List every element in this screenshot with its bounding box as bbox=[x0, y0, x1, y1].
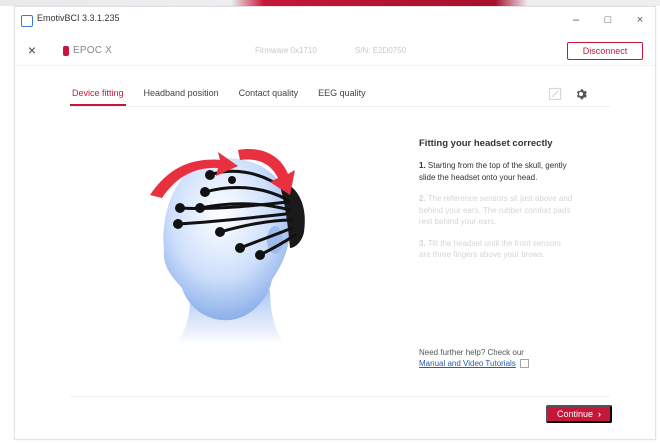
step-2-text: The reference sensors sit just above and… bbox=[419, 194, 573, 226]
window-title: EmotivBCI 3.3.1.235 bbox=[37, 13, 120, 23]
step-3: 3. Tilt the headset until the front sens… bbox=[419, 238, 574, 261]
help-text: Need further help? Check our bbox=[419, 348, 524, 357]
help-section: Need further help? Check our Manual and … bbox=[419, 347, 594, 369]
step-3-number: 3. bbox=[419, 238, 426, 248]
step-2-number: 2. bbox=[419, 194, 426, 203]
title-bar: EmotivBCI 3.3.1.235 – □ × bbox=[15, 7, 655, 33]
chevron-right-icon: › bbox=[598, 409, 602, 419]
device-indicator-icon bbox=[63, 46, 69, 56]
external-link-icon[interactable] bbox=[519, 359, 529, 369]
export-icon[interactable] bbox=[545, 84, 565, 104]
instructions-panel: Fitting your headset correctly 1. Starti… bbox=[419, 138, 574, 271]
tab-divider bbox=[70, 106, 610, 107]
firmware-label: Firmware 0x1710 bbox=[255, 46, 317, 55]
footer-divider bbox=[70, 396, 610, 397]
tab-device-fitting[interactable]: Device fitting bbox=[70, 88, 126, 106]
disconnect-button[interactable]: Disconnect bbox=[567, 42, 643, 60]
continue-label: Continue bbox=[556, 409, 594, 419]
gear-icon[interactable] bbox=[571, 84, 591, 104]
app-frame: EmotivBCI 3.3.1.235 – □ × × EPOC X Firmw… bbox=[0, 0, 660, 443]
tab-bar: Device fitting Headband position Contact… bbox=[70, 88, 368, 106]
step-2: 2. The reference sensors sit just above … bbox=[419, 193, 574, 228]
app-window-icon bbox=[21, 15, 33, 27]
device-name: EPOC X bbox=[73, 45, 112, 56]
serial-number-label: S/N: E2D0750 bbox=[355, 46, 407, 55]
tab-eeg-quality[interactable]: EEG quality bbox=[316, 88, 368, 106]
close-icon[interactable]: × bbox=[23, 41, 41, 59]
step-1: 1. Starting from the top of the skull, g… bbox=[419, 160, 574, 183]
continue-button[interactable]: Continue › bbox=[546, 405, 612, 423]
headset-illustration bbox=[120, 140, 330, 350]
step-1-text: Starting from the top of the skull, gent… bbox=[419, 161, 567, 182]
panel-title: Fitting your headset correctly bbox=[419, 138, 553, 149]
minimize-button[interactable]: – bbox=[565, 11, 587, 29]
manual-tutorials-link[interactable]: Manual and Video Tutorials bbox=[419, 359, 516, 368]
maximize-button[interactable]: □ bbox=[597, 11, 619, 29]
step-3-text: Tilt the headset until the front sensors… bbox=[419, 238, 561, 260]
window-close-button[interactable]: × bbox=[629, 11, 651, 29]
tab-contact-quality[interactable]: Contact quality bbox=[237, 88, 301, 106]
step-1-number: 1. bbox=[419, 161, 426, 170]
tab-headband-position[interactable]: Headband position bbox=[142, 88, 221, 106]
device-header: × EPOC X Firmware 0x1710 S/N: E2D0750 Di… bbox=[15, 35, 655, 66]
